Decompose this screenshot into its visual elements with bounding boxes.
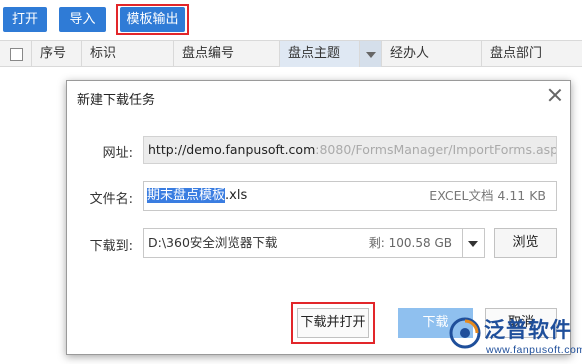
toolbar: 打开 导入 模板输出	[0, 0, 582, 40]
close-icon[interactable]	[546, 86, 564, 104]
save-path-value: D:\360安全浏览器下载	[148, 235, 278, 250]
save-path-field[interactable]: D:\360安全浏览器下载 剩: 100.58 GB	[143, 228, 463, 258]
column-header-index[interactable]: 序号	[32, 41, 82, 67]
select-all-cell	[0, 41, 32, 67]
column-header-department[interactable]: 盘点部门	[482, 41, 582, 67]
filename-selected-text: 期末盘点模板	[147, 188, 226, 203]
column-header-id[interactable]: 标识	[82, 41, 174, 67]
save-path-label: 下载到:	[89, 239, 133, 254]
filename-field[interactable]: 期末盘点模板.xls EXCEL文档 4.11 KB	[143, 181, 557, 211]
url-label: 网址:	[102, 146, 133, 161]
brand-url: www.fanpusoft.com	[486, 344, 582, 356]
highlight-box	[291, 302, 375, 344]
brand-name: 泛普软件	[484, 318, 572, 342]
import-button[interactable]: 导入	[59, 7, 106, 32]
file-type-size: EXCEL文档 4.11 KB	[429, 188, 546, 203]
column-header-subject[interactable]: 盘点主题	[280, 41, 360, 67]
filename-extension: .xls	[225, 188, 248, 203]
browse-button[interactable]: 浏览	[494, 228, 557, 258]
open-button[interactable]: 打开	[3, 7, 47, 32]
free-space-text: 剩: 100.58 GB	[368, 236, 452, 250]
grid-header: 序号 标识 盘点编号 盘点主题 经办人 盘点部门	[0, 40, 582, 67]
highlight-box	[116, 4, 189, 35]
dialog-title: 新建下载任务	[77, 93, 156, 108]
save-path-dropdown-icon[interactable]	[463, 228, 485, 258]
column-header-number[interactable]: 盘点编号	[174, 41, 280, 67]
column-header-handler[interactable]: 经办人	[382, 41, 482, 67]
brand-logo-icon	[449, 317, 481, 349]
select-all-checkbox[interactable]	[10, 48, 23, 61]
filename-label: 文件名:	[89, 192, 133, 207]
url-host: http://demo.fanpusoft.com	[148, 142, 316, 157]
watermark-logo: 泛普软件 www.fanpusoft.com	[448, 314, 582, 362]
url-field[interactable]: http://demo.fanpusoft.com:8080/FormsMana…	[143, 136, 557, 164]
column-menu-dropdown-icon[interactable]	[360, 41, 382, 67]
url-rest: :8080/FormsManager/ImportForms.aspx?Fo	[315, 142, 556, 157]
